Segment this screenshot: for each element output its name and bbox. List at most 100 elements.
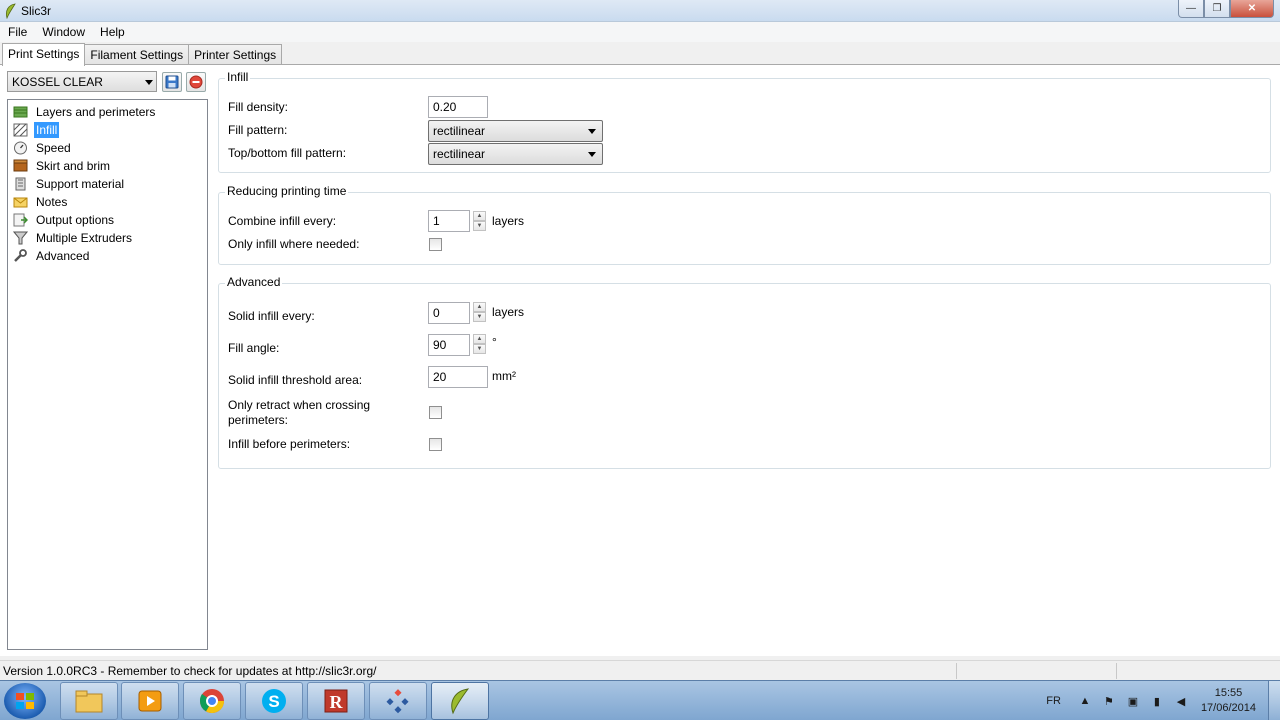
system-tray: FR ▲ ⚑ ▣ ▮ ◀ 15:55 17/06/2014 [1046,681,1280,720]
sidebar-item-label: Infill [34,122,60,138]
spin-up-icon[interactable]: ▲ [473,211,486,221]
sidebar-item-layers-and-perimeters[interactable]: Layers and perimeters [8,103,207,121]
combine-infill-unit: layers [492,214,525,228]
network-icon[interactable]: ▮ [1149,693,1165,709]
combine-infill-input[interactable]: 1 [428,210,470,232]
top-bottom-fill-pattern-select[interactable]: rectilinear [428,143,603,165]
save-preset-button[interactable] [162,72,182,92]
spin-down-icon[interactable]: ▼ [473,221,486,231]
solid-infill-threshold-unit: mm² [492,369,516,383]
status-divider [956,663,957,679]
top-bottom-fill-pattern-value: rectilinear [433,147,486,161]
solid-infill-threshold-input[interactable]: 20 [428,366,488,388]
minimize-button[interactable]: — [1178,0,1204,18]
solid-infill-every-label: Solid infill every: [228,309,315,323]
delete-preset-button[interactable] [186,72,206,92]
settings-tabs: Print Settings Filament Settings Printer… [2,43,283,66]
menu-window[interactable]: Window [34,25,92,39]
flag-icon[interactable]: ⚑ [1101,693,1117,709]
preset-select[interactable]: KOSSEL CLEAR [7,71,157,92]
tab-filament-settings[interactable]: Filament Settings [84,44,190,65]
chrome-icon [199,689,224,714]
status-bar: Version 1.0.0RC3 - Remember to check for… [0,660,1280,680]
sidebar-item-infill[interactable]: Infill [8,121,207,139]
sidebar-item-label: Advanced [36,249,90,263]
only-retract-label-line2: perimeters: [228,413,289,427]
clock-time: 15:55 [1214,687,1243,699]
taskbar-skype[interactable]: S [245,682,303,720]
sidebar-item-skirt-and-brim[interactable]: Skirt and brim [8,157,207,175]
fill-angle-label: Fill angle: [228,341,280,355]
maximize-button[interactable]: ❐ [1204,0,1230,18]
tab-print-settings[interactable]: Print Settings [2,43,86,66]
group-title: Reducing printing time [225,184,349,198]
skirt-icon [13,159,28,172]
windows-logo-icon [16,693,34,709]
taskbar-repetier[interactable]: R [307,682,365,720]
fill-pattern-select[interactable]: rectilinear [428,120,603,142]
infill-before-perimeters-checkbox[interactable] [429,438,442,451]
tab-printer-settings[interactable]: Printer Settings [188,44,283,65]
sidebar-item-output-options[interactable]: Output options [8,211,207,229]
menu-bar: File Window Help [0,22,1280,42]
svg-text:S: S [268,692,279,711]
window-title: Slic3r [21,4,52,18]
close-button[interactable]: ✕ [1230,0,1274,18]
device-icon[interactable]: ▣ [1125,693,1141,709]
layers-icon [13,106,28,118]
svg-text:R: R [330,692,344,712]
only-infill-where-needed-checkbox[interactable] [429,238,442,251]
fill-angle-unit: ° [492,335,497,349]
chevron-down-icon [145,80,153,85]
clock-date: 17/06/2014 [1200,702,1256,714]
explorer-icon [75,690,103,713]
sidebar-item-notes[interactable]: Notes [8,193,207,211]
combine-infill-spinner[interactable]: ▲ ▼ [473,211,486,231]
output-icon [13,213,28,227]
fill-pattern-value: rectilinear [433,124,486,138]
save-icon [165,75,179,89]
fill-density-input[interactable]: 0.20 [428,96,488,118]
clock[interactable]: 15:55 17/06/2014 [1201,686,1256,716]
extruders-icon [13,231,28,245]
spin-up-icon[interactable]: ▲ [473,302,486,312]
group-title: Infill [225,70,251,84]
category-tree: Layers and perimeters Infill Speed Skirt… [7,99,208,650]
only-retract-label-line1: Only retract when crossing [228,398,371,412]
fill-pattern-label: Fill pattern: [228,123,288,137]
show-hidden-icons-icon[interactable]: ▲ [1077,693,1093,709]
sidebar-item-label: Multiple Extruders [36,231,133,245]
start-button[interactable] [4,683,46,719]
taskbar-chrome[interactable] [183,682,241,720]
taskbar-app[interactable] [369,682,427,720]
solid-infill-every-input[interactable]: 0 [428,302,470,324]
spin-down-icon[interactable]: ▼ [473,312,486,322]
support-icon [15,177,26,191]
language-indicator[interactable]: FR [1046,695,1061,707]
menu-file[interactable]: File [0,25,34,39]
taskbar-explorer[interactable] [60,682,118,720]
spin-up-icon[interactable]: ▲ [473,334,486,344]
fill-angle-spinner[interactable]: ▲ ▼ [473,334,486,354]
show-desktop-button[interactable] [1268,681,1280,720]
spin-down-icon[interactable]: ▼ [473,344,486,354]
solid-infill-every-spinner[interactable]: ▲ ▼ [473,302,486,322]
wrench-icon [14,249,27,262]
group-title: Advanced [225,275,283,289]
slic3r-logo-icon [6,3,16,19]
sidebar-item-advanced[interactable]: Advanced [8,247,207,265]
menu-help[interactable]: Help [92,25,132,39]
taskbar-media-player[interactable] [121,682,179,720]
only-retract-checkbox[interactable] [429,406,442,419]
combine-infill-label: Combine infill every: [228,214,337,228]
sidebar-item-label: Speed [36,141,71,155]
taskbar-slic3r[interactable] [431,682,489,720]
fill-angle-input[interactable]: 90 [428,334,470,356]
taskbar: S R FR ▲ ⚑ ▣ ▮ ◀ 15:55 17/06/2014 [0,680,1280,720]
sidebar-item-speed[interactable]: Speed [8,139,207,157]
volume-icon[interactable]: ◀ [1173,693,1189,709]
solid-infill-threshold-label: Solid infill threshold area: [228,373,363,387]
chevron-down-icon [588,129,596,134]
sidebar-item-multiple-extruders[interactable]: Multiple Extruders [8,229,207,247]
sidebar-item-support-material[interactable]: Support material [8,175,207,193]
